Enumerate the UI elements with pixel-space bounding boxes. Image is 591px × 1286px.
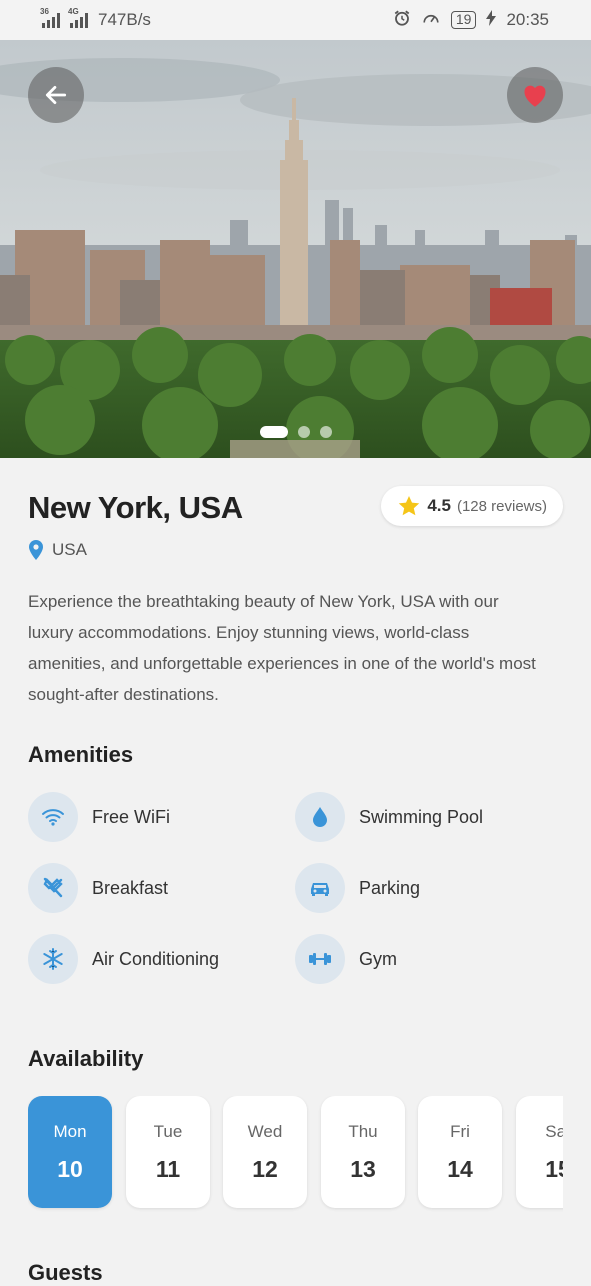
wifi-icon: [42, 809, 64, 826]
carousel-dot[interactable]: [319, 426, 332, 438]
description: Experience the breathtaking beauty of Ne…: [28, 592, 536, 704]
speed-gauge-icon: [421, 9, 441, 32]
hero-image[interactable]: [0, 40, 591, 458]
network-speed: 747B/s: [98, 10, 151, 29]
city-skyline-image: [0, 40, 591, 458]
utensils-icon: [43, 877, 63, 898]
date-selector: Mon 10 Tue 11 Wed 12 Thu 13 Fri 14 Sat 1…: [28, 1096, 563, 1212]
signal-icon: 36: [40, 7, 60, 28]
location-row: USA: [28, 540, 87, 560]
carousel-dot-active[interactable]: [259, 426, 288, 438]
back-button[interactable]: [28, 67, 84, 123]
carousel-dot[interactable]: [297, 426, 310, 438]
amenity-air-conditioning: Air Conditioning: [28, 934, 219, 984]
amenity-gym: Gym: [295, 934, 397, 984]
favorite-button[interactable]: [507, 67, 563, 123]
availability-title: Availability: [28, 1046, 144, 1071]
battery-icon: 19: [450, 11, 477, 29]
location-text: USA: [52, 540, 87, 559]
alarm-icon: [393, 9, 411, 32]
rating-badge: 4.5 (128 reviews): [381, 486, 563, 526]
status-bar: 36 4G 747B/s 19 20:35: [0, 0, 591, 40]
dumbbell-icon: [309, 953, 331, 965]
clock-time: 20:35: [506, 10, 549, 29]
date-item-tue-11[interactable]: Tue 11: [126, 1096, 210, 1208]
date-item-wed-12[interactable]: Wed 12: [223, 1096, 307, 1208]
water-drop-icon: [313, 807, 327, 827]
amenity-free-wifi: Free WiFi: [28, 792, 170, 842]
signal-icon: 4G: [68, 7, 88, 28]
date-item-sat-15[interactable]: Sat 15: [516, 1096, 563, 1208]
guests-title: Guests: [28, 1260, 103, 1285]
rating-value: 4.5: [427, 496, 451, 515]
date-item-mon-10[interactable]: Mon 10: [28, 1096, 112, 1208]
amenity-parking: Parking: [295, 863, 420, 913]
date-item-fri-14[interactable]: Fri 14: [418, 1096, 502, 1208]
arrow-left-icon: [45, 86, 67, 104]
amenity-breakfast: Breakfast: [28, 863, 168, 913]
carousel-indicator: [0, 426, 591, 438]
amenities-title: Amenities: [28, 742, 134, 767]
charging-icon: [486, 9, 497, 31]
heart-icon: [524, 85, 546, 107]
star-icon: [399, 496, 420, 516]
review-count: (128 reviews): [456, 497, 547, 515]
snowflake-icon: [43, 948, 63, 970]
location-pin-icon: [29, 540, 43, 560]
amenity-swimming-pool: Swimming Pool: [295, 792, 483, 842]
date-item-thu-13[interactable]: Thu 13: [321, 1096, 405, 1208]
car-icon: [311, 883, 329, 896]
